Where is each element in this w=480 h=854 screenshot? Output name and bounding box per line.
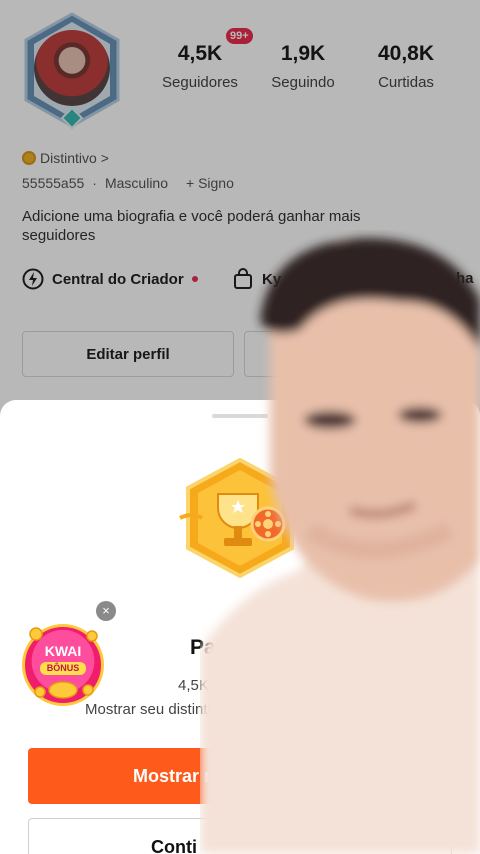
camera-overlay-person [200,238,480,854]
kwai-bonus-widget[interactable]: KWAI BÔNUS [18,620,108,710]
close-icon[interactable]: × [96,601,116,621]
coins-icon [29,627,98,699]
